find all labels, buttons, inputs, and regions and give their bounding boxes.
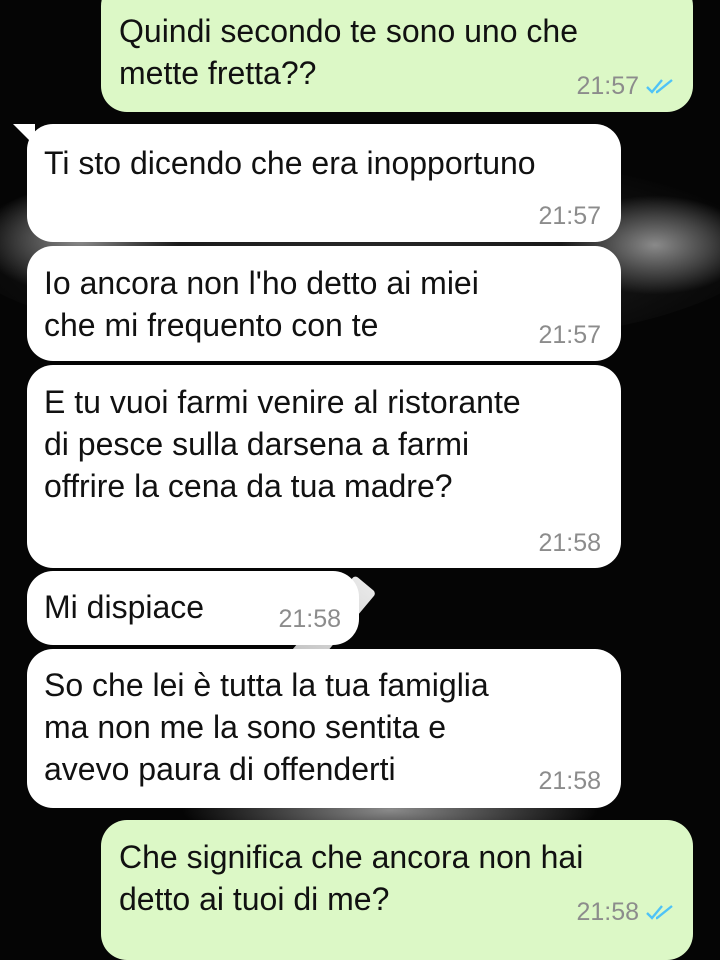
message-text: Mi dispiace: [44, 589, 205, 625]
message-bubble-incoming[interactable]: E tu vuoi farmi venire al ristorante di …: [27, 365, 621, 568]
message-meta: 21:57: [538, 202, 601, 230]
message-meta: 21:58: [538, 529, 601, 557]
message-bubble-outgoing[interactable]: Che significa che ancora non hai detto a…: [101, 820, 693, 960]
message-text: E tu vuoi farmi venire al ristorante di …: [44, 384, 521, 504]
message-meta: 21:58: [576, 898, 675, 926]
message-time: 21:57: [576, 72, 639, 100]
message-meta: 21:58: [538, 767, 601, 795]
message-bubble-incoming[interactable]: Ti sto dicendo che era inopportuno 21:57: [13, 124, 621, 242]
message-text: Io ancora non l'ho detto ai miei che mi …: [44, 265, 479, 343]
message-time: 21:58: [576, 898, 639, 926]
read-double-tick-icon: [646, 905, 673, 920]
message-time: 21:57: [538, 202, 601, 230]
message-text: Ti sto dicendo che era inopportuno: [44, 145, 536, 181]
message-text: Quindi secondo te sono uno che mette fre…: [119, 13, 578, 91]
message-time: 21:57: [538, 321, 601, 349]
bubble-tail: [13, 124, 35, 146]
message-bubble-incoming[interactable]: Io ancora non l'ho detto ai miei che mi …: [27, 246, 621, 361]
read-double-tick-icon: [646, 79, 673, 94]
message-bubble-incoming[interactable]: Mi dispiace 21:58: [27, 571, 359, 645]
message-bubble-outgoing[interactable]: Quindi secondo te sono uno che mette fre…: [101, 0, 693, 112]
message-time: 21:58: [538, 529, 601, 557]
message-time: 21:58: [278, 605, 341, 633]
message-text: So che lei è tutta la tua famiglia ma no…: [44, 667, 489, 787]
message-text: Che significa che ancora non hai detto a…: [119, 839, 584, 917]
message-meta: 21:58: [278, 605, 341, 633]
message-bubble-incoming[interactable]: So che lei è tutta la tua famiglia ma no…: [27, 649, 621, 808]
message-meta: 21:57: [538, 321, 601, 349]
message-time: 21:58: [538, 767, 601, 795]
message-meta: 21:57: [576, 72, 675, 100]
